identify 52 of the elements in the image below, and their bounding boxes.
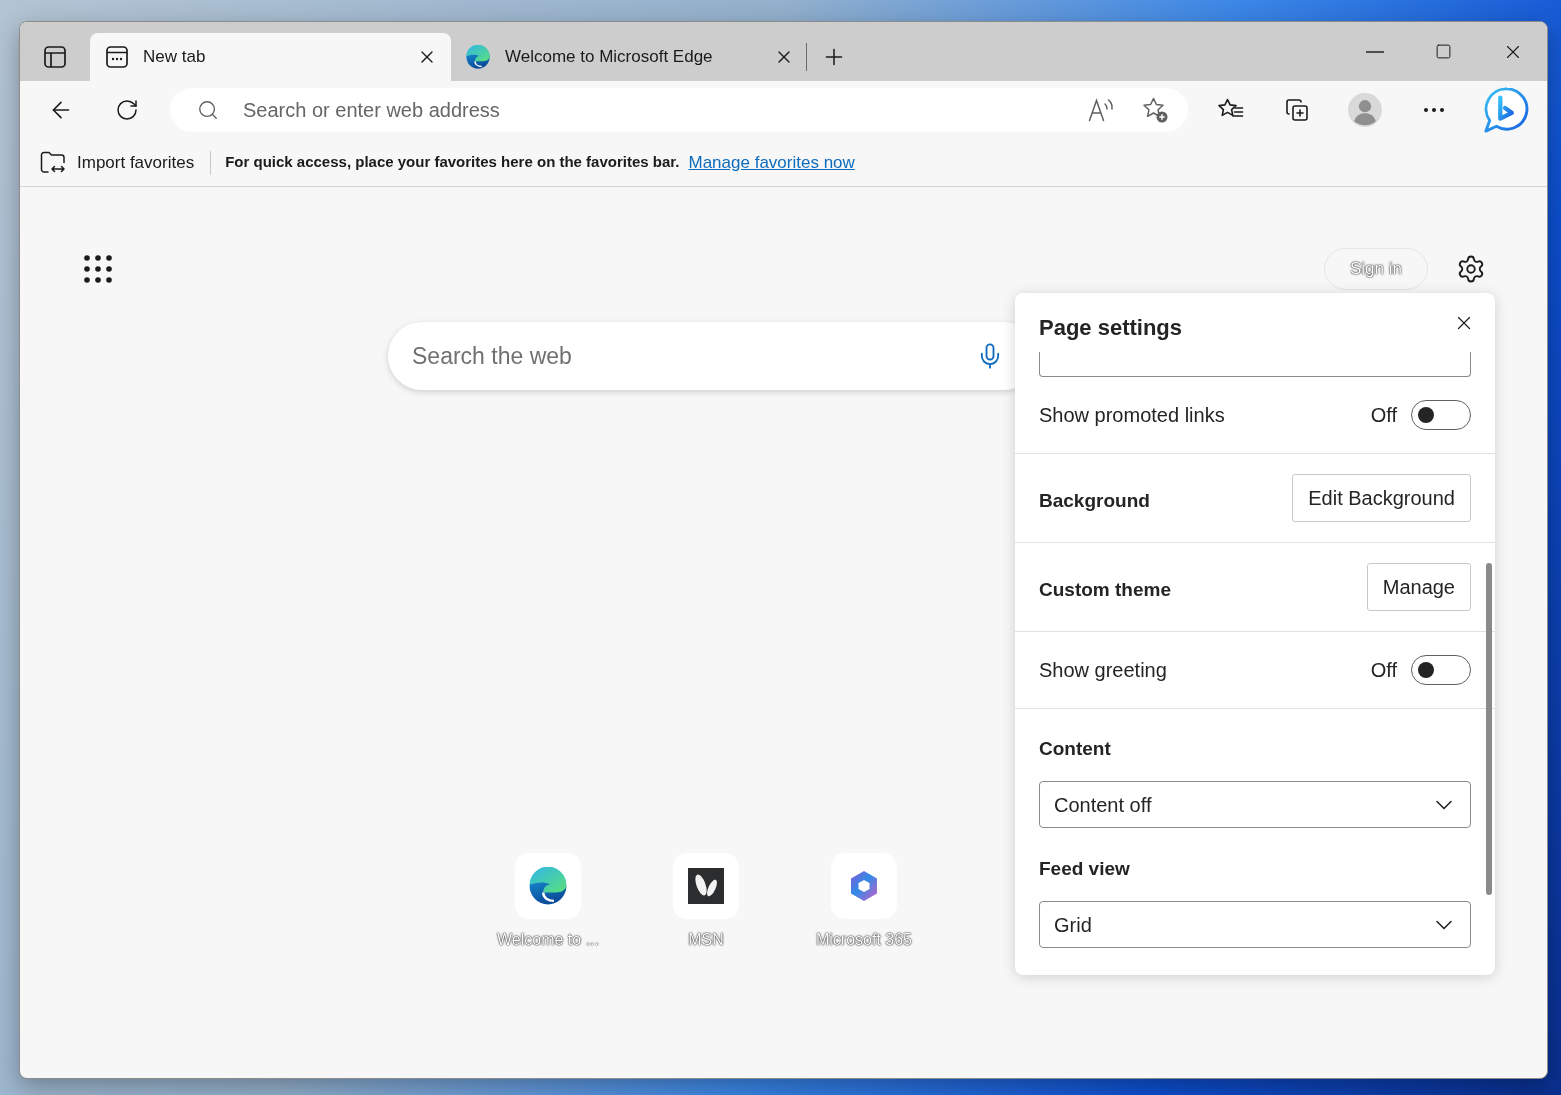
favorites-bar-message: For quick access, place your favorites here on the favorites bar. [225,152,680,173]
setting-label: Background [1039,488,1151,513]
browser-tab-icon [106,46,128,68]
window-layout-icon [44,46,66,68]
dropdown-field[interactable]: Grid [1039,901,1471,948]
swirl-logo-icon [529,867,567,905]
dropdown-field[interactable] [1039,352,1471,377]
read-aloud-icon [1088,98,1114,122]
refresh-icon [115,98,139,122]
setting-label: Content [1039,737,1112,761]
setting-label: Custom theme [1039,577,1172,602]
browser-tab[interactable]: New tab [90,33,451,81]
quick-link-tile[interactable] [515,853,581,919]
quick-link-label: Welcome to ... [497,930,599,950]
browser-tab[interactable]: Welcome to Microsoft Edge [452,33,800,81]
manage-favorites-link[interactable]: Manage favorites now [688,149,855,176]
address-bar[interactable]: Search or enter web address [170,88,1188,132]
quick-link-label: Microsoft 365 [815,930,912,950]
star-plus-icon [1142,97,1168,123]
swirl-logo-icon [466,45,490,69]
quick-link-tile[interactable] [673,853,739,919]
search-input[interactable]: Search the web [412,338,972,374]
minimize-icon [1365,50,1384,53]
search-icon [197,99,219,121]
toggle-switch[interactable] [1411,400,1471,430]
profile-button[interactable] [1345,90,1385,130]
quick-link-tile[interactable] [831,853,897,919]
dropdown-field[interactable]: Content off [1039,781,1471,828]
quick-link-label: MSN [688,930,724,950]
chat-button[interactable] [1482,86,1530,134]
toggle-state-label: Off [1370,403,1397,428]
settings-icon [1456,254,1486,284]
more-icon [1424,108,1444,112]
butterfly-logo-icon [688,868,724,904]
address-input[interactable]: Search or enter web address [243,95,1083,125]
toggle-state-label: Off [1370,658,1397,683]
setting-label: Feed view [1039,857,1131,881]
maximize-icon [1435,43,1452,60]
scrollbar-thumb[interactable] [1486,563,1492,895]
setting-label: Show promoted links [1039,403,1226,428]
folder-arrows-icon [40,150,66,175]
import-favorites-button[interactable]: Import favorites [34,145,201,180]
dots-grid-icon [84,255,112,283]
setting-button[interactable]: Manage [1366,563,1471,611]
avatar-icon [1348,93,1382,127]
toggle-switch[interactable] [1411,655,1471,685]
hexagon-logo-icon [848,870,880,902]
panel-title: Page settings [1039,314,1183,342]
squares-plus-icon [1285,98,1309,122]
setting-button[interactable]: Edit Background [1292,474,1471,522]
setting-label: Show greeting [1039,658,1168,683]
chat-bubble-logo-icon [1483,87,1529,133]
